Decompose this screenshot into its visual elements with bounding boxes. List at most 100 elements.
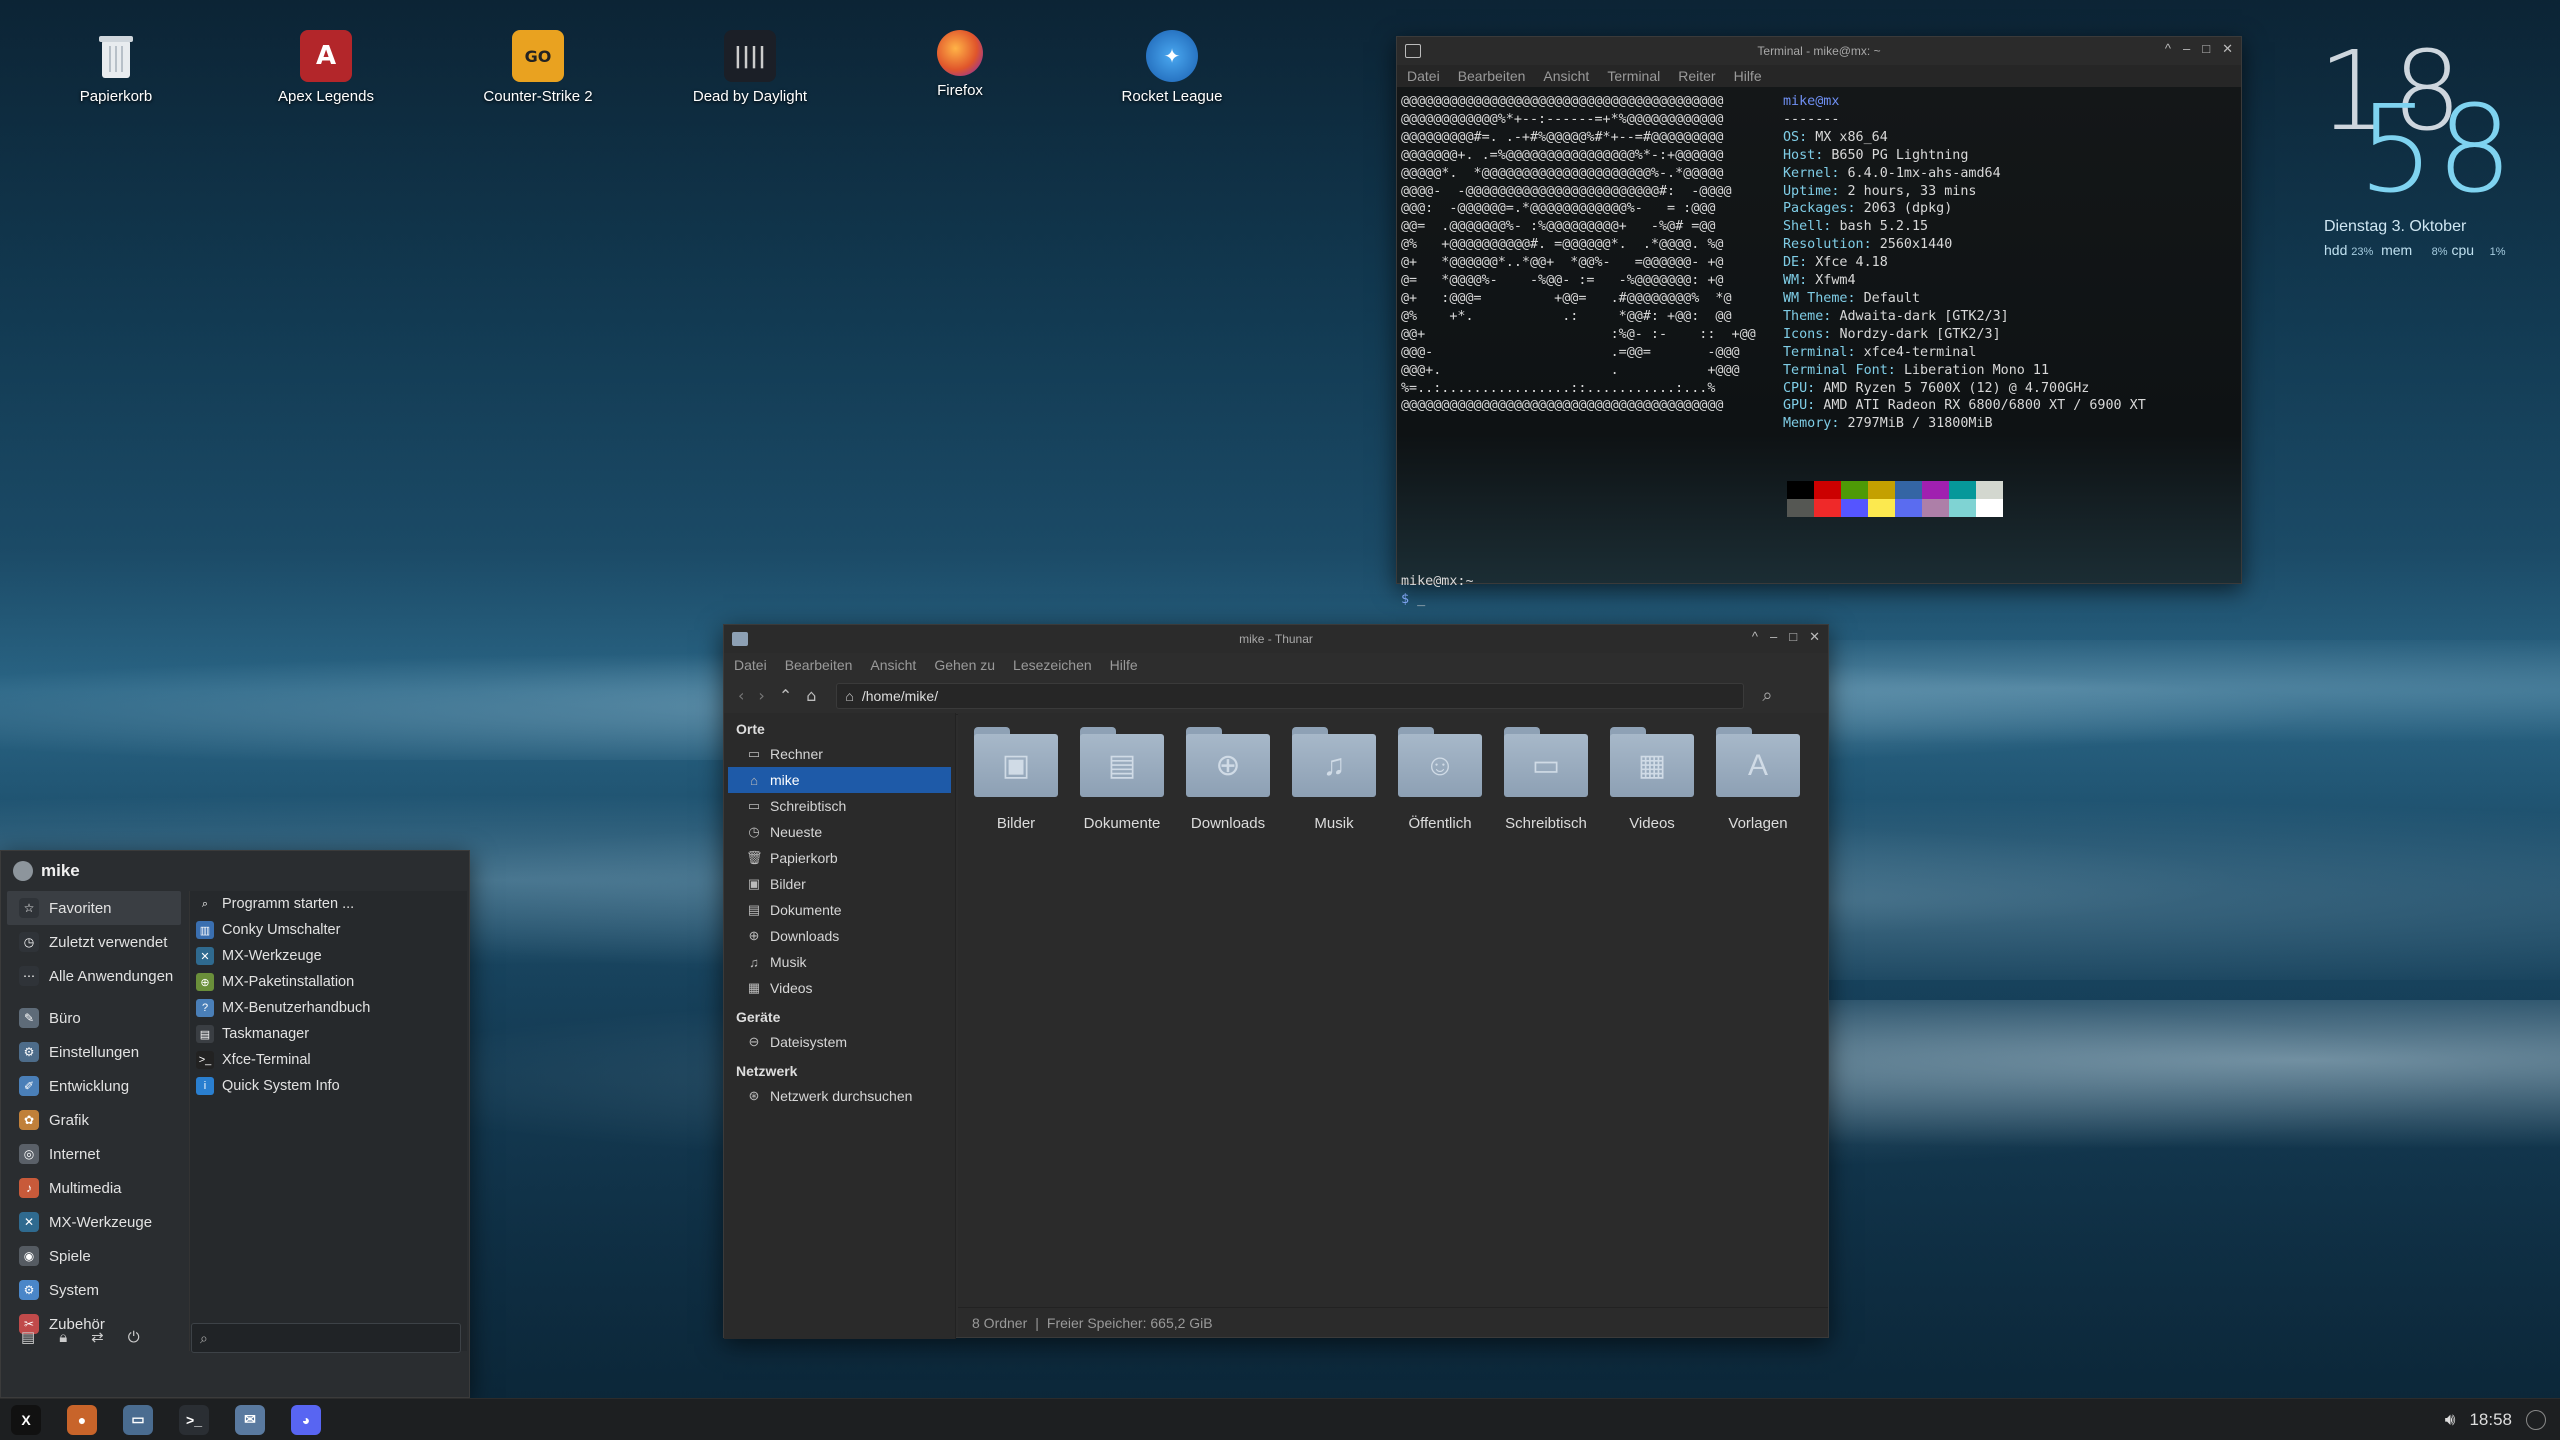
- terminal-window[interactable]: Terminal - mike@mx: ~ ^ – □ ✕ Datei Bear…: [1396, 36, 2242, 607]
- sidebar-item-netzwerk-durchsuchen[interactable]: ⊛ Netzwerk durchsuchen: [724, 1083, 955, 1109]
- power-icon[interactable]: ⏻: [128, 1329, 140, 1346]
- folder-item[interactable]: ▦ Videos: [1602, 727, 1702, 832]
- application-menu[interactable]: mike ☆ Favoriten ◷ Zuletzt verwendet ⋯ Alle A…: [0, 850, 470, 1398]
- menu-bearbeiten[interactable]: Bearbeiten: [785, 657, 853, 673]
- folder-item[interactable]: ♫ Musik: [1284, 727, 1384, 832]
- menu-app-item[interactable]: ▥ Conky Umschalter: [190, 917, 467, 943]
- terminal-output[interactable]: @@@@@@@@@@@@@@@@@@@@@@@@@@@@@@@@@@@@@@@@…: [1397, 87, 2241, 607]
- settings-manager-icon[interactable]: ▤: [21, 1328, 35, 1346]
- taskbar-button[interactable]: ●: [60, 1399, 104, 1440]
- menu-app-item[interactable]: ⌕ Programm starten ...: [190, 891, 467, 917]
- notification-icon[interactable]: [2526, 1410, 2546, 1430]
- taskbar-button[interactable]: ✉: [228, 1399, 272, 1440]
- menu-category-grafik[interactable]: ✿ Grafik: [1, 1103, 187, 1137]
- menu-ansicht[interactable]: Ansicht: [1543, 68, 1589, 84]
- maximize-button[interactable]: □: [2202, 41, 2210, 57]
- ascii-line: @@+ :%@- :- :: +@@: [1401, 326, 1756, 342]
- menu-category-multimedia[interactable]: ♪ Multimedia: [1, 1171, 187, 1205]
- menu-ansicht[interactable]: Ansicht: [870, 657, 916, 673]
- sidebar-item-videos[interactable]: ▦ Videos: [724, 975, 955, 1001]
- minimize-button[interactable]: –: [2183, 41, 2190, 57]
- taskbar-button[interactable]: ▭: [116, 1399, 160, 1440]
- sidebar-item-neueste[interactable]: ◷ Neueste: [724, 819, 955, 845]
- maximize-button[interactable]: □: [1789, 629, 1797, 645]
- file-view[interactable]: ▣ Bilder ▤ Dokumente ⊕ Downloads ♫ Musik ☺ Öffent…: [958, 713, 1828, 1307]
- switch-user-icon[interactable]: ⇄: [91, 1328, 104, 1346]
- sidebar-item-papierkorb[interactable]: 🗑︎ Papierkorb: [724, 845, 955, 871]
- volume-icon[interactable]: 🔊︎: [2445, 1410, 2456, 1430]
- menu-app-item[interactable]: >_ Xfce-Terminal: [190, 1047, 467, 1073]
- menu-category-favoriten[interactable]: ☆ Favoriten: [7, 891, 181, 925]
- menu-datei[interactable]: Datei: [734, 657, 767, 673]
- taskbar-button[interactable]: ◕: [284, 1399, 328, 1440]
- menu-search-input[interactable]: ⌕: [191, 1323, 461, 1353]
- folder-item[interactable]: ⊕ Downloads: [1178, 727, 1278, 832]
- lock-icon[interactable]: 🔒︎: [59, 1329, 67, 1346]
- menu-category-einstellungen[interactable]: ⚙ Einstellungen: [1, 1035, 187, 1069]
- menu-category-internet[interactable]: ◎ Internet: [1, 1137, 187, 1171]
- sidebar-item-downloads[interactable]: ⊕ Downloads: [724, 923, 955, 949]
- back-icon[interactable]: ‹: [738, 686, 744, 705]
- taskbar-clock[interactable]: 18:58: [2469, 1410, 2512, 1430]
- folder-item[interactable]: ☺ Öffentlich: [1390, 727, 1490, 832]
- desktop-icon-counter-strike[interactable]: GO Counter-Strike 2: [458, 30, 618, 105]
- folder-name: Vorlagen: [1728, 815, 1788, 832]
- menu-category-mx-werkzeuge[interactable]: ✕ MX-Werkzeuge: [1, 1205, 187, 1239]
- close-button[interactable]: ✕: [2222, 41, 2233, 57]
- menu-datei[interactable]: Datei: [1407, 68, 1440, 84]
- sidebar-item-schreibtisch[interactable]: ▭ Schreibtisch: [724, 793, 955, 819]
- minimize-button[interactable]: –: [1770, 629, 1777, 645]
- terminal-titlebar[interactable]: Terminal - mike@mx: ~ ^ – □ ✕: [1397, 37, 2241, 65]
- desktop-icon-apex-legends[interactable]: A Apex Legends: [246, 30, 406, 105]
- desktop-icon-papierkorb[interactable]: Papierkorb: [36, 30, 196, 105]
- menu-app-item[interactable]: ▤ Taskmanager: [190, 1021, 467, 1047]
- desktop-icon-dead-by-daylight[interactable]: |||| Dead by Daylight: [670, 30, 830, 105]
- cpu-value: 1%: [2489, 246, 2506, 258]
- menu-hilfe[interactable]: Hilfe: [1110, 657, 1138, 673]
- close-button[interactable]: ✕: [1809, 629, 1820, 645]
- menu-category-zuletzt-verwendet[interactable]: ◷ Zuletzt verwendet: [1, 925, 187, 959]
- menu-category-entwicklung[interactable]: ✐ Entwicklung: [1, 1069, 187, 1103]
- menu-category-büro[interactable]: ✎ Büro: [1, 1001, 187, 1035]
- shade-button[interactable]: ^: [1752, 629, 1758, 645]
- thunar-titlebar[interactable]: mike - Thunar ^ – □ ✕: [724, 625, 1828, 653]
- taskbar-button[interactable]: >_: [172, 1399, 216, 1440]
- sidebar-item-rechner[interactable]: ▭ Rechner: [724, 741, 955, 767]
- sidebar-item-musik[interactable]: ♫ Musik: [724, 949, 955, 975]
- search-icon[interactable]: ⌕: [1762, 685, 1772, 706]
- document-icon: ▤: [747, 902, 761, 917]
- info-value: AMD Ryzen 5 7600X (12) @ 4.700GHz: [1823, 380, 2090, 396]
- menu-category-alle-anwendungen[interactable]: ⋯ Alle Anwendungen: [1, 959, 187, 993]
- menu-app-item[interactable]: i Quick System Info: [190, 1073, 467, 1099]
- menu-terminal[interactable]: Terminal: [1607, 68, 1660, 84]
- conky-clock-widget: 18 58 Dienstag 3. Oktober hdd 23% mem 8%…: [2310, 36, 2550, 258]
- file-manager-window[interactable]: mike - Thunar ^ – □ ✕ Datei Bearbeiten A…: [723, 624, 1829, 1339]
- desktop-icon-firefox[interactable]: Firefox: [880, 30, 1040, 99]
- sidebar-item-dateisystem[interactable]: ⊖ Dateisystem: [724, 1029, 955, 1055]
- sidebar-item-dokumente[interactable]: ▤ Dokumente: [724, 897, 955, 923]
- sidebar-item-bilder[interactable]: ▣ Bilder: [724, 871, 955, 897]
- sidebar-item-mike[interactable]: ⌂ mike: [728, 767, 951, 793]
- menu-app-item[interactable]: ⊕ MX-Paketinstallation: [190, 969, 467, 995]
- shade-button[interactable]: ^: [2165, 41, 2171, 57]
- menu-category-system[interactable]: ⚙ System: [1, 1273, 187, 1307]
- up-icon[interactable]: ⌃: [779, 686, 792, 705]
- menu-gehen-zu[interactable]: Gehen zu: [934, 657, 995, 673]
- menu-bearbeiten[interactable]: Bearbeiten: [1458, 68, 1526, 84]
- shell-input-line[interactable]: $ _: [1401, 591, 1425, 609]
- menu-category-spiele[interactable]: ◉ Spiele: [1, 1239, 187, 1273]
- taskbar-button[interactable]: X: [4, 1399, 48, 1440]
- desktop-icon-rocket-league[interactable]: ✦ Rocket League: [1092, 30, 1252, 105]
- home-icon[interactable]: ⌂: [806, 686, 816, 705]
- menu-app-item[interactable]: ✕ MX-Werkzeuge: [190, 943, 467, 969]
- folder-item[interactable]: ▣ Bilder: [966, 727, 1066, 832]
- location-bar[interactable]: ⌂ /home/mike/: [836, 682, 1745, 709]
- menu-lesezeichen[interactable]: Lesezeichen: [1013, 657, 1092, 673]
- menu-hilfe[interactable]: Hilfe: [1734, 68, 1762, 84]
- folder-item[interactable]: ▭ Schreibtisch: [1496, 727, 1596, 832]
- folder-item[interactable]: ▤ Dokumente: [1072, 727, 1172, 832]
- menu-app-item[interactable]: ? MX-Benutzerhandbuch: [190, 995, 467, 1021]
- folder-item[interactable]: A Vorlagen: [1708, 727, 1808, 832]
- menu-reiter[interactable]: Reiter: [1678, 68, 1715, 84]
- forward-icon[interactable]: ›: [758, 686, 764, 705]
